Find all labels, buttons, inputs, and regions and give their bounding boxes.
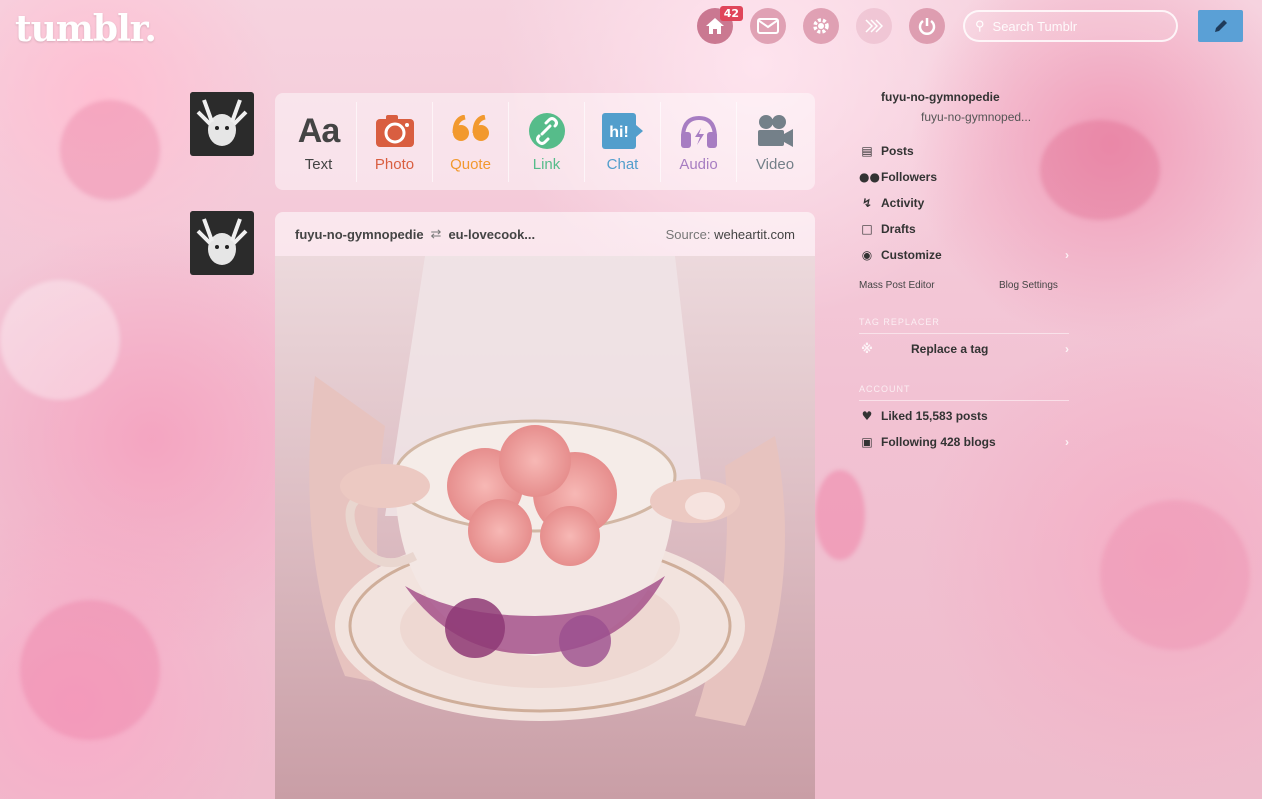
divider — [859, 333, 1069, 334]
sidebar-item-customize[interactable]: ◉ Customize › — [859, 244, 1069, 266]
post-author-avatar[interactable] — [190, 211, 254, 275]
background-blossom — [1100, 500, 1250, 650]
post-type-quote[interactable]: Quote — [433, 101, 509, 182]
sidebar-item-liked[interactable]: ♥ Liked 15,583 posts — [859, 405, 1069, 427]
inbox-button[interactable] — [750, 8, 786, 44]
avatar-image — [190, 92, 254, 156]
blog-settings-link[interactable]: Blog Settings — [999, 280, 1058, 291]
post-type-link[interactable]: Link — [509, 101, 585, 182]
post-type-label: Text — [304, 156, 333, 173]
posts-icon: ▤ — [861, 144, 873, 158]
post-type-label: Video — [755, 156, 795, 173]
compose-button[interactable] — [1198, 10, 1243, 42]
chevron-right-icon: › — [1065, 342, 1069, 356]
source-label: Source: — [665, 226, 711, 242]
post-type-audio[interactable]: Audio — [661, 101, 737, 182]
search-input[interactable] — [992, 18, 1163, 34]
activity-icon: ↯ — [861, 196, 873, 210]
post-type-bar: Aa Text Photo Quote Link hi! Chat Audio — [275, 93, 815, 190]
tag-replacer-section-title: Tag Replacer — [859, 317, 940, 327]
post-type-label: Audio — [679, 156, 718, 173]
home-button[interactable]: 42 — [697, 6, 743, 44]
liked-label: Liked 15,583 posts — [881, 409, 988, 423]
xkit-button[interactable] — [856, 8, 892, 44]
notifications-badge: 42 — [719, 6, 743, 21]
tumblr-logo[interactable]: tumblr. — [15, 8, 157, 50]
post-photo[interactable] — [275, 256, 815, 799]
quote-icon — [451, 110, 491, 152]
sidebar-item-followers[interactable]: ●● Followers — [859, 166, 1069, 188]
headphones-icon — [679, 110, 719, 152]
sidebar-item-posts[interactable]: ▤ Posts — [859, 140, 1069, 162]
sidebar-item-label: Posts — [881, 144, 914, 158]
post-type-label: Photo — [374, 156, 415, 173]
background-blossom — [0, 280, 120, 400]
sidebar-item-activity[interactable]: ↯ Activity — [859, 192, 1069, 214]
following-label: Following 428 blogs — [881, 435, 996, 449]
post-type-chat[interactable]: hi! Chat — [585, 101, 661, 182]
divider — [859, 400, 1069, 401]
post-type-label: Link — [532, 156, 561, 173]
post-type-label: Chat — [606, 156, 639, 173]
sidebar-item-label: Customize — [881, 248, 942, 262]
replace-icon: ※ — [861, 342, 873, 356]
replace-tag-label: Replace a tag — [911, 342, 989, 356]
background-blossom — [815, 470, 865, 560]
xkit-icon — [865, 19, 883, 33]
settings-button[interactable] — [803, 8, 839, 44]
sidebar-item-drafts[interactable]: □ Drafts — [859, 218, 1069, 240]
user-avatar[interactable] — [190, 92, 254, 156]
logout-button[interactable] — [909, 8, 945, 44]
drafts-icon: □ — [861, 222, 873, 236]
post-author-link[interactable]: fuyu-no-gymnopedie — [295, 227, 424, 242]
avatar-image — [190, 211, 254, 275]
reblog-icon: ⇄ — [430, 226, 442, 241]
link-icon — [528, 110, 566, 152]
chat-icon: hi! — [601, 110, 644, 152]
camera-icon — [375, 110, 414, 152]
post-type-text[interactable]: Aa Text — [281, 101, 357, 182]
search-icon: ⚲ — [975, 18, 985, 33]
power-icon — [918, 18, 936, 35]
post-source: Source: weheartit.com — [666, 227, 795, 242]
background-blossom — [20, 600, 160, 740]
sidebar-item-following[interactable]: ▣ Following 428 blogs › — [859, 431, 1069, 453]
post-type-photo[interactable]: Photo — [357, 101, 433, 182]
account-section-title: Account — [859, 384, 911, 394]
source-link[interactable]: weheartit.com — [714, 227, 795, 242]
envelope-icon — [757, 18, 779, 34]
mass-post-editor-link[interactable]: Mass Post Editor — [859, 280, 935, 291]
sidebar-blog-title[interactable]: fuyu-no-gymnopedie — [881, 90, 1000, 104]
text-icon: Aa — [297, 111, 340, 150]
search-box[interactable]: ⚲ — [963, 10, 1178, 42]
post-type-video[interactable]: Video — [737, 102, 813, 182]
following-icon: ▣ — [861, 435, 873, 449]
sidebar-item-label: Followers — [881, 170, 938, 184]
chevron-right-icon: › — [1065, 435, 1069, 449]
followers-icon: ●● — [859, 170, 880, 184]
post-header: fuyu-no-gymnopedie ⇄ eu-lovecook... Sour… — [275, 212, 815, 256]
pencil-icon — [1214, 20, 1227, 32]
heart-icon: ♥ — [861, 409, 873, 423]
svg-text:hi!: hi! — [609, 124, 629, 141]
chevron-right-icon: › — [1065, 248, 1069, 262]
dashboard-post: fuyu-no-gymnopedie ⇄ eu-lovecook... Sour… — [275, 212, 815, 799]
reblogged-from-link[interactable]: eu-lovecook... — [448, 227, 535, 242]
sidebar-item-label: Activity — [881, 196, 925, 210]
eye-icon: ◉ — [861, 248, 873, 262]
post-type-label: Quote — [450, 156, 491, 173]
sidebar-blog-subtitle: fuyu-no-gymnoped... — [921, 110, 1032, 124]
replace-tag-button[interactable]: ※ Replace a tag › — [859, 338, 1069, 360]
sidebar-item-label: Drafts — [881, 222, 916, 236]
background-blossom — [60, 100, 160, 200]
video-camera-icon — [756, 110, 794, 152]
gear-icon — [813, 18, 829, 34]
